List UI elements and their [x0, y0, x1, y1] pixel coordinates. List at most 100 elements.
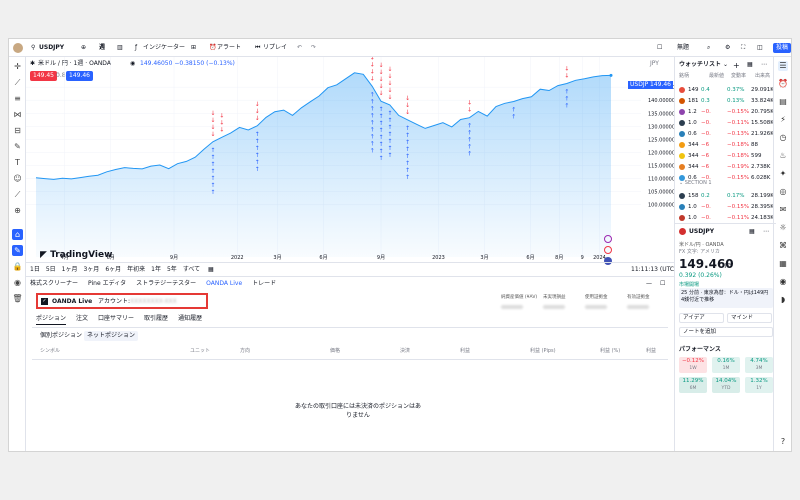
buy-marker[interactable]: ↑: [378, 106, 383, 113]
performance-cell[interactable]: 0.16% 1M: [712, 357, 740, 373]
column-header[interactable]: 方向: [240, 349, 250, 354]
position-tab-0[interactable]: ポジション: [36, 316, 67, 325]
redo-icon[interactable]: ↷: [311, 45, 316, 51]
sell-marker[interactable]: ↓: [210, 117, 215, 124]
buy-marker[interactable]: ↑: [511, 114, 516, 121]
sell-marker[interactable]: ↓: [219, 112, 224, 119]
sell-marker[interactable]: ↓: [405, 95, 410, 102]
zoom-icon[interactable]: ⊕: [12, 205, 23, 216]
sell-marker[interactable]: ↓: [387, 87, 392, 94]
timeframe-0[interactable]: 1日: [30, 267, 40, 273]
watchlist-col-header[interactable]: 変動率: [731, 74, 746, 79]
eye-icon[interactable]: ◉: [12, 277, 23, 288]
detail-symbol[interactable]: USDJPY: [689, 229, 714, 235]
publish-button[interactable]: 投稿: [773, 43, 791, 53]
broker-account-box[interactable]: ✓ OANDA Live アカウント: XXXXXXXX-XXX: [36, 293, 208, 309]
column-header[interactable]: ユニット: [190, 349, 210, 354]
indicators-button[interactable]: インジケーター: [143, 45, 185, 51]
avatar[interactable]: [13, 43, 23, 53]
sell-marker[interactable]: ↓: [387, 66, 392, 73]
notifications-icon[interactable]: ◗: [778, 295, 788, 305]
bottom-tab-2[interactable]: ストラテジーテスター: [136, 281, 196, 287]
buy-marker[interactable]: ↑: [255, 166, 260, 173]
watchlist-row[interactable]: 1.0 −0. −0.15% 28.395K: [679, 202, 774, 213]
timeframe-6[interactable]: 1年: [151, 267, 161, 273]
sell-marker[interactable]: ↓: [255, 115, 260, 122]
column-header[interactable]: 利益 (Pips): [530, 349, 556, 354]
watchlist-row[interactable]: 344 −6 −0.18% 88: [679, 140, 773, 151]
earnings-icon[interactable]: [604, 246, 612, 254]
column-header[interactable]: 利益: [460, 349, 470, 354]
buy-marker[interactable]: ↑: [210, 168, 215, 175]
filter-individual[interactable]: 個別ポジション: [40, 333, 82, 339]
pattern-icon[interactable]: ⋈: [12, 109, 23, 120]
watchlist-row[interactable]: 1.2 −0. −0.15% 20.795K: [679, 107, 774, 118]
buy-marker[interactable]: ↑: [511, 107, 516, 114]
crosshair-icon[interactable]: ✛: [12, 61, 23, 72]
news-item[interactable]: 25 分前 · 東京為替：ドル・円は149円4銭付近で推移: [679, 288, 773, 308]
watchlist-col-header[interactable]: 出来高: [755, 74, 770, 79]
ideas-icon[interactable]: ✦: [778, 169, 788, 179]
sell-marker[interactable]: ↓: [370, 75, 375, 82]
watchlist-section[interactable]: ⌄ SECTION 1: [679, 181, 712, 186]
buy-marker[interactable]: ↑: [210, 189, 215, 196]
buy-marker[interactable]: ↑: [564, 95, 569, 102]
trash-icon[interactable]: 🗑: [12, 293, 23, 304]
chart-pane[interactable]: ✱ 米ドル / 円 · 1週 · OANDA ◉ 149.46050 −0.38…: [26, 57, 674, 265]
buy-marker[interactable]: ↑: [370, 147, 375, 154]
timeframe-5[interactable]: 年初来: [127, 267, 145, 273]
column-header[interactable]: 利益: [646, 349, 656, 354]
price-chart[interactable]: ↓↓↓↓↓↓↓↓↓↓↓↓↓↓↓↓↓↓↓↓↓↓↓↓↓↓↓↓↓↓↓↓↓↑↑↑↑↑↑↑…: [26, 57, 674, 262]
ideas-button[interactable]: アイデア: [679, 313, 724, 323]
sell-marker[interactable]: ↓: [210, 124, 215, 131]
filter-net[interactable]: ネットポジション: [84, 331, 139, 341]
watchlist-more-icon[interactable]: ⋯: [761, 62, 767, 68]
buy-marker[interactable]: ↑: [467, 123, 472, 130]
ruler-icon[interactable]: ⟋: [12, 189, 23, 200]
buy-marker[interactable]: ↑: [370, 133, 375, 140]
sell-marker[interactable]: ↓: [378, 69, 383, 76]
settings-icon[interactable]: ⚙: [725, 45, 730, 51]
fib-icon[interactable]: ≡: [12, 93, 23, 104]
bottom-tab-0[interactable]: 株式スクリーナー: [30, 281, 78, 287]
performance-cell[interactable]: −0.12% 1W: [679, 357, 707, 373]
buy-marker[interactable]: ↑: [378, 113, 383, 120]
streams-icon[interactable]: ◎: [778, 187, 788, 197]
sell-marker[interactable]: ↓: [564, 72, 569, 79]
bottom-tab-1[interactable]: Pine エディタ: [88, 281, 126, 287]
column-header[interactable]: 決済: [400, 349, 410, 354]
sell-marker[interactable]: ↓: [467, 100, 472, 107]
position-tab-4[interactable]: 通知履歴: [178, 316, 202, 325]
buy-marker[interactable]: ↑: [564, 102, 569, 109]
bottom-tab-3[interactable]: OANDA Live: [206, 281, 242, 287]
buy-marker[interactable]: ↑: [378, 155, 383, 162]
quick-search-icon[interactable]: ⌕: [707, 45, 710, 51]
buy-marker[interactable]: ↑: [467, 137, 472, 144]
sell-marker[interactable]: ↓: [405, 109, 410, 116]
buy-marker[interactable]: ↑: [405, 153, 410, 160]
timeframe-7[interactable]: 5年: [167, 267, 177, 273]
buy-marker[interactable]: ↑: [405, 132, 410, 139]
buy-marker[interactable]: ↑: [378, 141, 383, 148]
sell-marker[interactable]: ↓: [564, 65, 569, 72]
sell-marker[interactable]: ↓: [387, 73, 392, 80]
buy-marker[interactable]: ↑: [405, 146, 410, 153]
bottom-tab-4[interactable]: トレード: [252, 281, 276, 287]
sell-marker[interactable]: ↓: [210, 131, 215, 138]
dom-icon[interactable]: ▦: [778, 259, 788, 269]
watchlist-row[interactable]: 181 0.3 0.13% 33.824K: [679, 96, 774, 107]
buy-marker[interactable]: ↑: [370, 91, 375, 98]
buy-marker[interactable]: ↑: [255, 131, 260, 138]
text-icon[interactable]: T: [12, 157, 23, 168]
buy-marker[interactable]: ↑: [405, 167, 410, 174]
buy-marker[interactable]: ↑: [370, 140, 375, 147]
add-symbol-icon[interactable]: ⊕: [81, 45, 86, 51]
performance-cell[interactable]: 11.29% 6M: [679, 377, 707, 393]
help-icon[interactable]: ?: [778, 437, 788, 447]
column-header[interactable]: 価格: [330, 349, 340, 354]
bulb-icon[interactable]: ☼: [778, 223, 788, 233]
sell-marker[interactable]: ↓: [255, 108, 260, 115]
buy-marker[interactable]: ↑: [405, 125, 410, 132]
watchlist-title[interactable]: ウォッチリスト: [679, 62, 721, 68]
buy-marker[interactable]: ↑: [378, 127, 383, 134]
